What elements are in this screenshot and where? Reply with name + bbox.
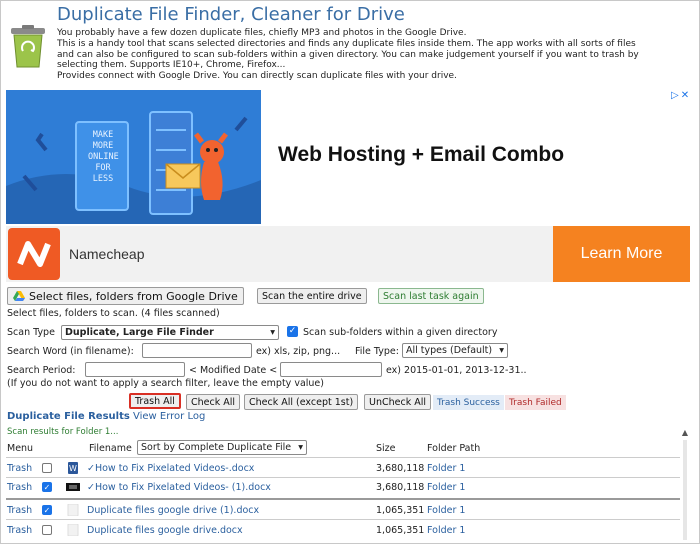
trash-failed-legend: Trash Failed bbox=[505, 395, 566, 410]
period-end-input[interactable] bbox=[280, 362, 382, 377]
trash-success-legend: Trash Success bbox=[433, 395, 504, 410]
word-doc-icon: W bbox=[68, 462, 78, 474]
ad-illustration-text: MAKE MORE ONLINE FOR LESS bbox=[88, 130, 119, 185]
row-checkbox[interactable] bbox=[42, 463, 52, 473]
file-type-label: File Type: bbox=[355, 346, 399, 357]
scan-type-label: Scan Type bbox=[7, 327, 55, 338]
row-filename[interactable]: Duplicate files google drive.docx bbox=[87, 525, 243, 536]
row-filename[interactable]: ✓How to Fix Pixelated Videos-.docx bbox=[87, 463, 254, 474]
column-header-size: Size bbox=[376, 443, 396, 454]
scan-subfolders-label: Scan sub-folders within a given director… bbox=[303, 327, 498, 338]
row-size: 3,680,118 bbox=[376, 482, 425, 493]
row-filename[interactable]: ✓How to Fix Pixelated Videos- (1).docx bbox=[87, 482, 271, 493]
row-filename[interactable]: Duplicate files google drive (1).docx bbox=[87, 505, 259, 516]
description-line: You probably have a few dozen duplicate … bbox=[57, 28, 467, 38]
ad-illustration-line: LESS bbox=[92, 174, 114, 184]
row-trash-link[interactable]: Trash bbox=[7, 463, 32, 474]
row-folder[interactable]: Folder 1 bbox=[427, 463, 465, 474]
google-drive-icon bbox=[13, 291, 25, 301]
filter-note: (If you do not want to apply a search fi… bbox=[7, 378, 324, 389]
description-line: and can also be configured to scan sub-f… bbox=[57, 49, 639, 60]
scan-type-select[interactable]: Duplicate, Large File Finder ▾ bbox=[61, 325, 279, 340]
file-type-select[interactable]: All types (Default) ▾ bbox=[402, 343, 508, 358]
row-divider bbox=[6, 519, 680, 520]
description-line: Provides connect with Google Drive. You … bbox=[57, 71, 457, 82]
row-folder[interactable]: Folder 1 bbox=[427, 482, 465, 493]
row-checkbox[interactable]: ✓ bbox=[42, 505, 52, 515]
file-type-value: All types (Default) bbox=[406, 345, 493, 356]
search-word-input[interactable] bbox=[142, 343, 252, 358]
row-folder[interactable]: Folder 1 bbox=[427, 525, 465, 536]
scan-subfolders-checkbox[interactable]: ✓ bbox=[287, 326, 298, 337]
row-divider bbox=[6, 477, 680, 478]
scan-entire-drive-button[interactable]: Scan the entire drive bbox=[257, 288, 367, 304]
search-period-label: Search Period: bbox=[7, 365, 76, 376]
row-folder[interactable]: Folder 1 bbox=[427, 505, 465, 516]
sort-value: Sort by Complete Duplicate File bbox=[141, 442, 292, 453]
scan-type-value: Duplicate, Large File Finder bbox=[65, 327, 214, 338]
row-size: 1,065,351 bbox=[376, 505, 425, 516]
thumbnail-icon bbox=[66, 483, 80, 491]
trash-can-app-icon bbox=[11, 25, 45, 68]
blank-doc-icon bbox=[67, 504, 79, 516]
row-trash-link[interactable]: Trash bbox=[7, 505, 32, 516]
view-error-log-link[interactable]: View Error Log bbox=[133, 411, 205, 422]
ad-illustration-line: FOR bbox=[95, 163, 111, 173]
page-title: Duplicate File Finder, Cleaner for Drive bbox=[57, 4, 405, 25]
chevron-down-icon: ▾ bbox=[270, 327, 275, 338]
description-line: This is a handy tool that scans selected… bbox=[57, 38, 636, 49]
ad-illustration-line: ONLINE bbox=[88, 152, 119, 162]
scan-last-task-button[interactable]: Scan last task again bbox=[378, 288, 484, 304]
sort-select[interactable]: Sort by Complete Duplicate File ▾ bbox=[137, 440, 307, 455]
ad-illustration-line: MAKE bbox=[92, 130, 114, 140]
check-all-except-first-button[interactable]: Check All (except 1st) bbox=[244, 394, 359, 410]
row-size: 1,065,351 bbox=[376, 525, 425, 536]
row-trash-link[interactable]: Trash bbox=[7, 482, 32, 493]
search-word-label: Search Word (in filename): bbox=[7, 346, 134, 357]
column-header-folder: Folder Path bbox=[427, 443, 481, 454]
select-from-drive-label: Select files, folders from Google Drive bbox=[29, 289, 238, 303]
description-line: selecting them. Supports IE10+, Chrome, … bbox=[57, 60, 286, 71]
row-checkbox[interactable]: ✓ bbox=[42, 482, 52, 492]
blank-doc-icon bbox=[67, 524, 79, 536]
row-checkbox[interactable] bbox=[42, 525, 52, 535]
column-header-filename: Filename bbox=[89, 443, 132, 454]
period-start-input[interactable] bbox=[85, 362, 185, 377]
search-word-hint: ex) xls, zip, png... bbox=[256, 346, 341, 357]
modified-date-label: < Modified Date < bbox=[189, 365, 278, 376]
hosting-illustration-icon bbox=[6, 90, 261, 224]
row-trash-link[interactable]: Trash bbox=[7, 525, 32, 536]
learn-more-button[interactable]: Learn More bbox=[553, 226, 690, 282]
ad-headline[interactable]: Web Hosting + Email Combo bbox=[278, 143, 564, 167]
selection-hint: Select files, folders to scan. (4 files … bbox=[7, 308, 220, 319]
chevron-down-icon: ▾ bbox=[298, 442, 303, 453]
scroll-up-arrow-icon[interactable]: ▲ bbox=[679, 428, 691, 438]
row-divider bbox=[6, 457, 680, 458]
row-size: 3,680,118 bbox=[376, 463, 425, 474]
column-header-menu: Menu bbox=[7, 443, 34, 454]
uncheck-all-button[interactable]: UnCheck All bbox=[364, 394, 431, 410]
app-description: You probably have a few dozen duplicate … bbox=[57, 28, 693, 82]
close-icon[interactable]: ✕ bbox=[681, 90, 689, 101]
group-divider bbox=[6, 498, 680, 500]
svg-text:W: W bbox=[69, 464, 77, 473]
search-period-hint: ex) 2015-01-01, 2013-12-31.. bbox=[386, 365, 527, 376]
chevron-down-icon: ▾ bbox=[499, 345, 504, 356]
select-from-drive-button[interactable]: Select files, folders from Google Drive bbox=[7, 287, 244, 305]
results-title: Duplicate File Results bbox=[7, 411, 130, 422]
ad-controls[interactable]: ▷ ✕ bbox=[669, 90, 689, 101]
scrollbar[interactable] bbox=[683, 440, 687, 540]
trash-all-button[interactable]: Trash All bbox=[129, 393, 181, 409]
adchoices-icon[interactable]: ▷ bbox=[671, 90, 679, 101]
check-all-button[interactable]: Check All bbox=[186, 394, 241, 410]
scan-results-note: Scan results for Folder 1... bbox=[7, 427, 119, 437]
ad-illustration[interactable]: MAKE MORE ONLINE FOR LESS bbox=[6, 90, 261, 224]
ad-advertiser-name[interactable]: Namecheap bbox=[69, 246, 145, 262]
namecheap-logo-icon[interactable] bbox=[8, 228, 60, 280]
ad-illustration-line: MORE bbox=[92, 141, 114, 151]
